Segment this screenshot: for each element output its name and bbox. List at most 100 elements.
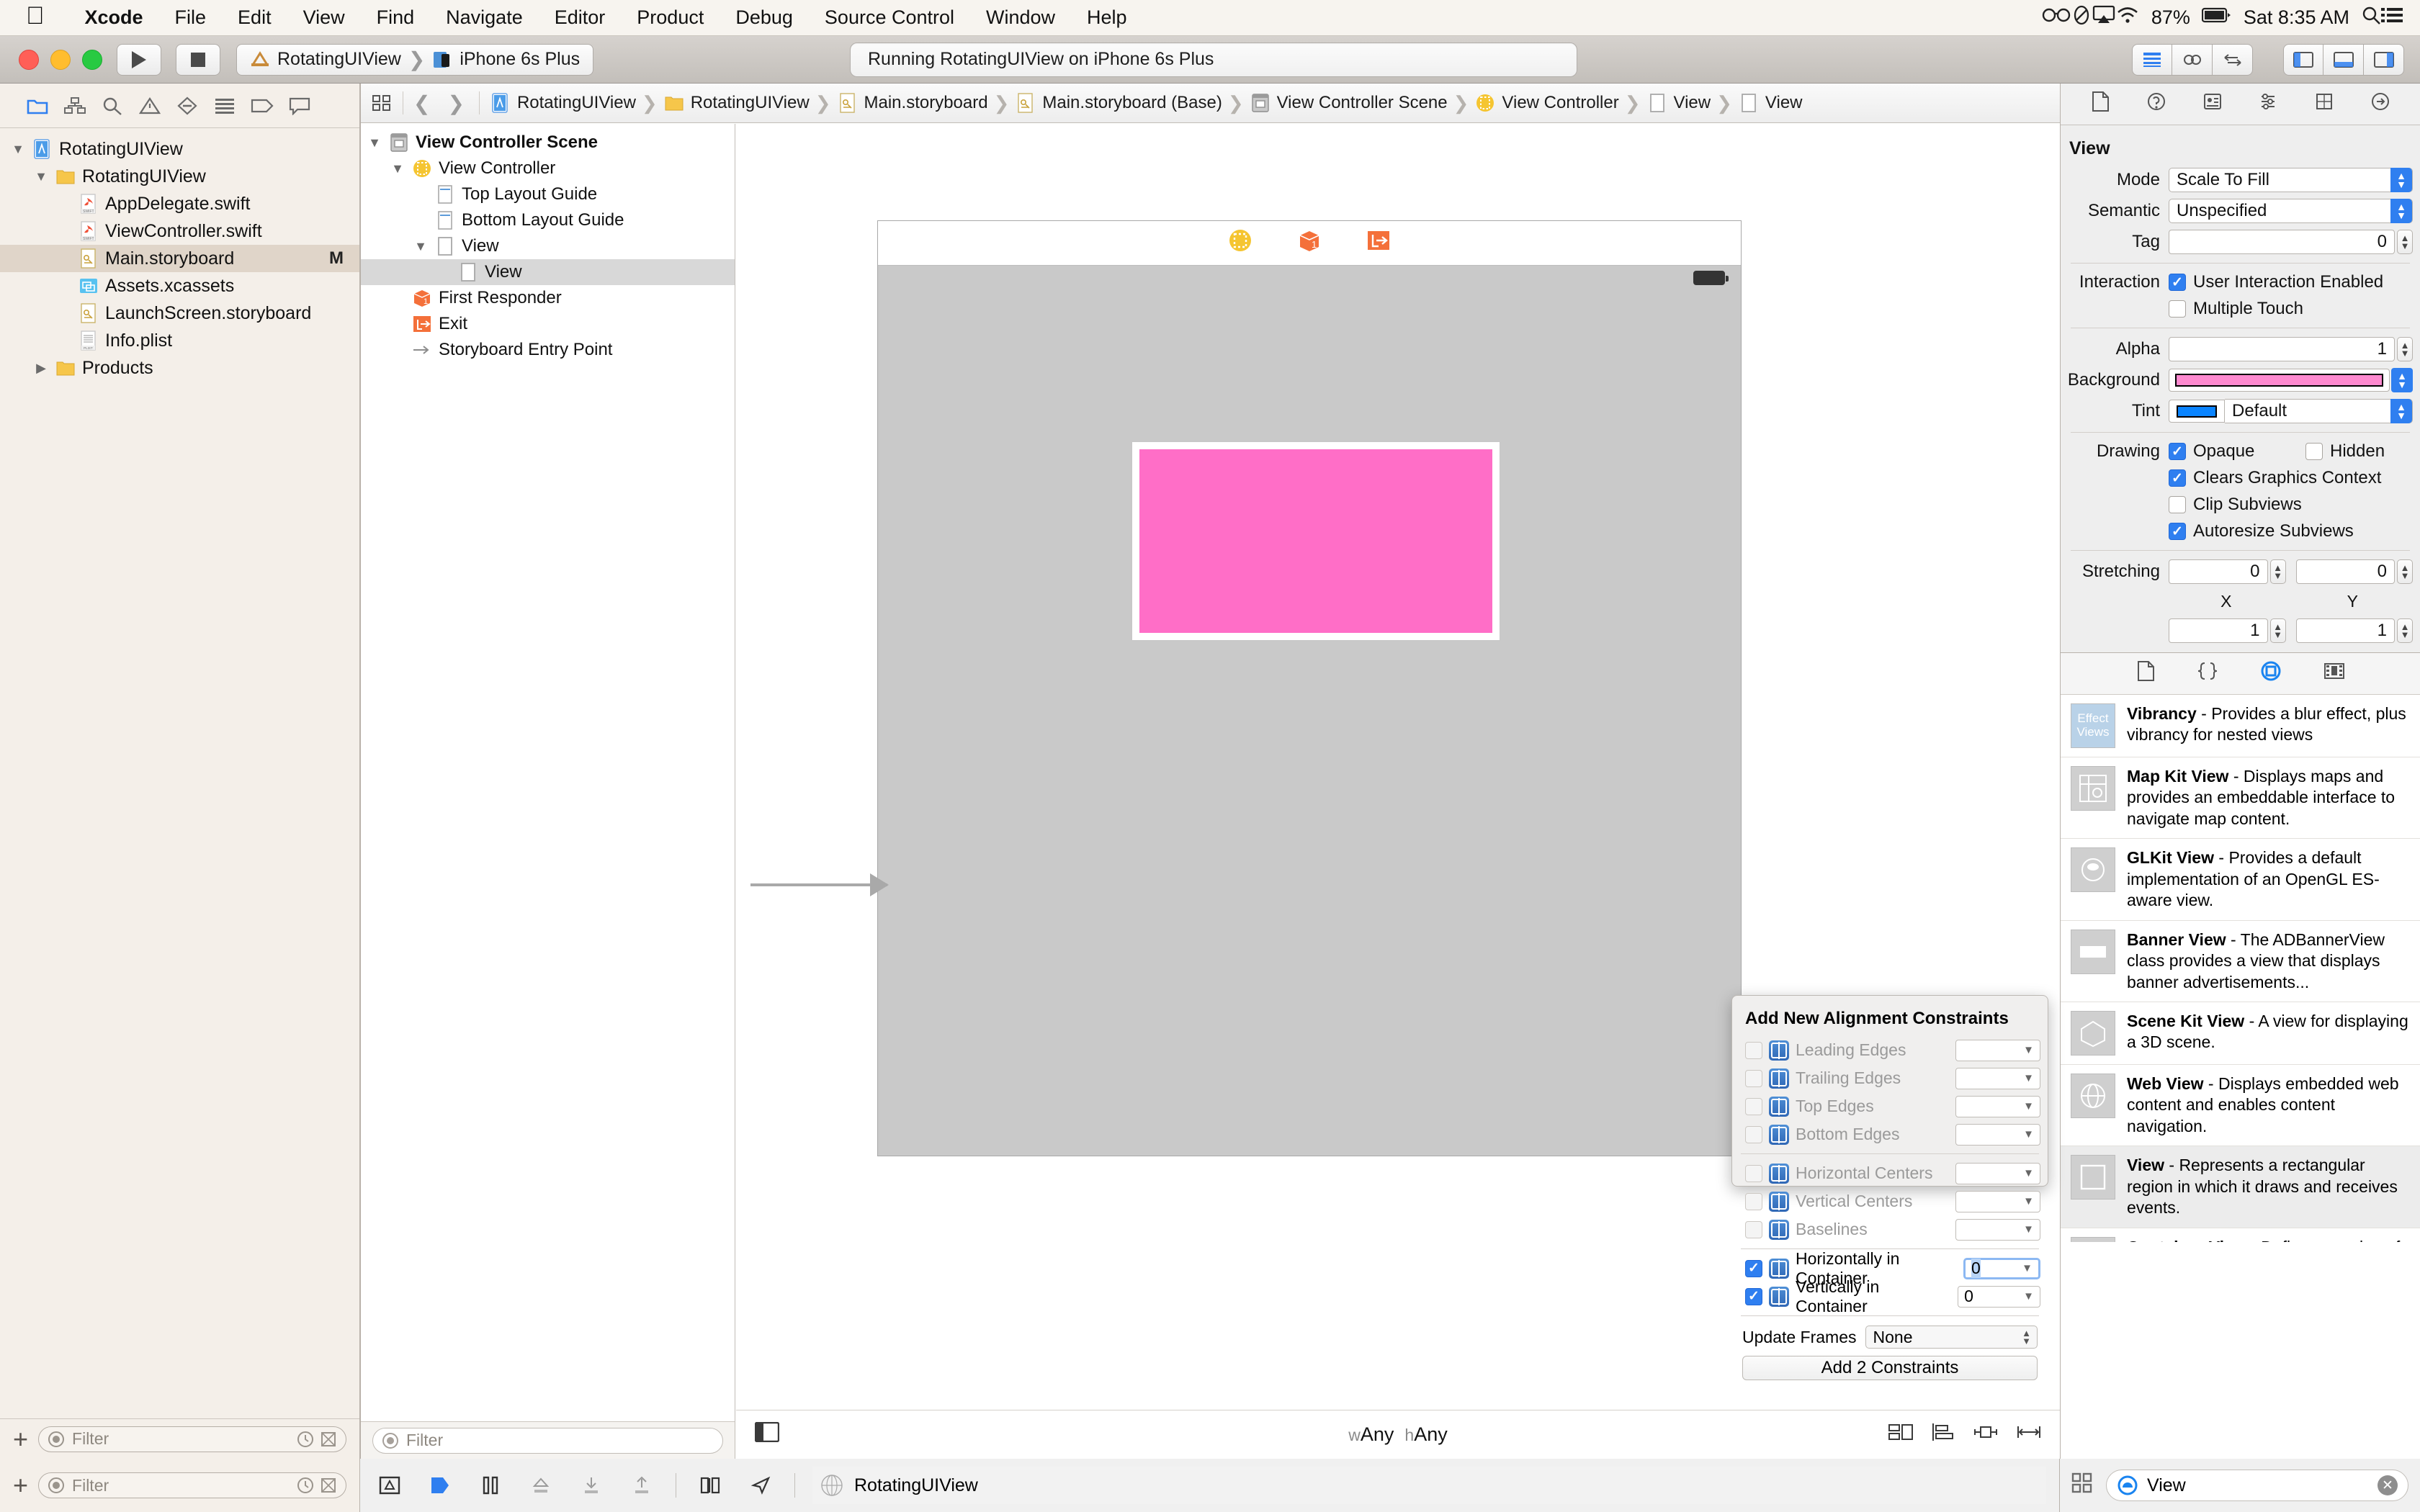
minimize-window-button[interactable] — [50, 50, 71, 70]
debug-path-bar[interactable]: RotatingUIView — [812, 1467, 2046, 1504]
alignment-constraint-row[interactable]: Horizontal Centers▼ — [1732, 1159, 2048, 1187]
continue-icon[interactable] — [424, 1469, 457, 1502]
outline-filter-field[interactable]: Filter — [372, 1428, 723, 1454]
background-color-well[interactable] — [2169, 369, 2390, 392]
outline-row[interactable]: ▼1First Responder — [361, 285, 735, 311]
alignment-constant-combo[interactable]: ▼ — [1955, 1124, 2040, 1146]
align-icon[interactable] — [1932, 1422, 1955, 1447]
standard-editor-icon[interactable] — [2132, 44, 2172, 76]
menu-item-editor[interactable]: Editor — [539, 6, 622, 29]
breadcrumb-item[interactable]: RotatingUIView — [487, 92, 639, 114]
outline-row[interactable]: ▼View Controller — [361, 156, 735, 181]
checkbox-box[interactable]: ✓ — [1745, 1260, 1762, 1277]
object-library-list[interactable]: Effect ViewsVibrancy - Provides a blur e… — [2061, 695, 2420, 1242]
size-class-indicator[interactable]: wAny hAny — [1348, 1423, 1448, 1446]
apple-logo-icon[interactable]:  — [26, 4, 45, 28]
show-debug-area-icon[interactable] — [373, 1469, 406, 1502]
battery-icon[interactable] — [2202, 6, 2232, 29]
stretch-y-stepper[interactable]: ▲▼ — [2397, 559, 2413, 584]
add-button[interactable]: + — [13, 1472, 28, 1498]
project-file-row[interactable]: ▶Assets.xcassets — [0, 272, 359, 300]
symbol-navigator-icon[interactable] — [56, 90, 94, 122]
breadcrumb-item[interactable]: View — [1644, 92, 1714, 114]
disclosure-triangle-open-icon[interactable]: ▼ — [413, 239, 429, 254]
library-item[interactable]: Effect ViewsVibrancy - Provides a blur e… — [2061, 695, 2420, 757]
report-navigator-icon[interactable] — [281, 90, 318, 122]
stretch-x-input[interactable]: 0 — [2169, 559, 2268, 584]
menu-item-source-control[interactable]: Source Control — [809, 6, 970, 29]
library-item[interactable]: Banner View - The ADBannerView class pro… — [2061, 921, 2420, 1002]
tag-stepper[interactable]: ▲▼ — [2397, 230, 2413, 254]
stretch-x-stepper[interactable]: ▲▼ — [2270, 559, 2286, 584]
version-editor-icon[interactable] — [2213, 44, 2253, 76]
library-item[interactable]: Container View - Defines a region of a v… — [2061, 1228, 2420, 1242]
first-responder-icon[interactable]: 1 — [1297, 228, 1322, 258]
project-file-row[interactable]: ▶Main.storyboardM — [0, 245, 359, 272]
library-item[interactable]: Web View - Displays embedded web content… — [2061, 1065, 2420, 1146]
view-controller-scene-device[interactable]: 1 — [877, 220, 1742, 1156]
project-file-row[interactable]: ▶SWIFTViewController.swift — [0, 217, 359, 245]
stretch-width-stepper[interactable]: ▲▼ — [2270, 618, 2286, 643]
menu-item-edit[interactable]: Edit — [222, 6, 287, 29]
user-interaction-enabled-checkbox[interactable]: ✓ User Interaction Enabled — [2169, 272, 2383, 292]
update-frames-select[interactable]: None ▲▼ — [1865, 1326, 2038, 1349]
selected-pink-view[interactable] — [1132, 442, 1500, 640]
view-controller-icon[interactable] — [1228, 228, 1252, 258]
project-file-row[interactable]: ▼RotatingUIView — [0, 135, 359, 163]
alignment-constant-combo[interactable]: ▼ — [1955, 1163, 2040, 1184]
toggle-navigator-icon[interactable] — [2283, 44, 2323, 76]
library-grid-icon[interactable] — [2071, 1472, 2093, 1499]
resolve-auto-layout-issues-icon[interactable] — [2017, 1422, 2041, 1447]
breakpoint-navigator-icon[interactable] — [243, 90, 281, 122]
tint-color-well[interactable] — [2169, 400, 2225, 423]
spotlight-search-icon[interactable] — [2361, 5, 2381, 30]
alignment-constraint-row[interactable]: Bottom Edges▼ — [1732, 1120, 2048, 1148]
alignment-constant-combo[interactable]: ▼ — [1955, 1068, 2040, 1089]
stretch-width-input[interactable]: 1 — [2169, 618, 2268, 643]
checkbox-box[interactable] — [1745, 1126, 1762, 1143]
go-back-button[interactable]: ❮ — [406, 91, 437, 115]
menu-item-debug[interactable]: Debug — [720, 6, 809, 29]
project-file-row[interactable]: ▶PLISTInfo.plist — [0, 327, 359, 354]
checkbox-box[interactable] — [1745, 1221, 1762, 1238]
stretch-height-input[interactable]: 1 — [2296, 618, 2396, 643]
outline-row[interactable]: ▼View — [361, 233, 735, 259]
multiple-touch-checkbox[interactable]: Multiple Touch — [2169, 299, 2303, 319]
outline-row[interactable]: ▼Bottom Layout Guide — [361, 207, 735, 233]
breadcrumb-item[interactable]: Main.storyboard (Base) — [1012, 92, 1224, 114]
project-file-row[interactable]: ▶LaunchScreen.storyboard — [0, 300, 359, 327]
hidden-checkbox[interactable]: Hidden — [2305, 441, 2385, 462]
project-file-row[interactable]: ▼RotatingUIView — [0, 163, 359, 190]
checkbox-box[interactable] — [1745, 1165, 1762, 1182]
alpha-input[interactable]: 1 — [2169, 337, 2395, 361]
menu-item-find[interactable]: Find — [361, 6, 431, 29]
tint-popup-button[interactable]: Default ▲▼ — [2225, 399, 2413, 423]
library-item[interactable]: GLKit View - Provides a default implemen… — [2061, 839, 2420, 920]
outline-row[interactable]: ▼Storyboard Entry Point — [361, 337, 735, 363]
alignment-constant-combo[interactable]: ▼ — [1955, 1219, 2040, 1241]
disclosure-triangle-closed-icon[interactable]: ▶ — [33, 361, 49, 376]
close-window-button[interactable] — [19, 50, 39, 70]
disclosure-triangle-open-icon[interactable]: ▼ — [33, 169, 49, 184]
add-constraints-button[interactable]: Add 2 Constraints — [1742, 1356, 2038, 1380]
menu-item-xcode[interactable]: Xcode — [69, 6, 159, 29]
stretch-y-input[interactable]: 0 — [2296, 559, 2396, 584]
step-into-icon[interactable] — [575, 1469, 608, 1502]
alignment-constraint-row[interactable]: Leading Edges▼ — [1732, 1036, 2048, 1064]
mode-popup-button[interactable]: Scale To Fill ▲▼ — [2169, 168, 2413, 192]
view-hierarchy-icon[interactable] — [694, 1469, 727, 1502]
issue-navigator-icon[interactable] — [131, 90, 169, 122]
clear-icon[interactable]: ✕ — [2378, 1475, 2398, 1495]
alignment-constraint-row[interactable]: Top Edges▼ — [1732, 1092, 2048, 1120]
alignment-constant-combo[interactable]: ▼ — [1955, 1040, 2040, 1061]
menu-item-product[interactable]: Product — [621, 6, 720, 29]
alignment-constant-combo[interactable]: 0▼ — [1958, 1286, 2040, 1308]
clip-subviews-checkbox[interactable]: Clip Subviews — [2169, 495, 2302, 515]
background-popup-arrow-icon[interactable]: ▲▼ — [2391, 368, 2413, 392]
glasses-icon[interactable] — [2042, 6, 2071, 30]
library-item[interactable]: Map Kit View - Displays maps and provide… — [2061, 757, 2420, 839]
code-snippet-library-icon[interactable] — [2197, 661, 2218, 686]
disclosure-triangle-open-icon[interactable]: ▼ — [390, 161, 405, 176]
find-navigator-icon[interactable] — [94, 90, 131, 122]
alignment-constant-combo[interactable]: ▼ — [1955, 1096, 2040, 1117]
